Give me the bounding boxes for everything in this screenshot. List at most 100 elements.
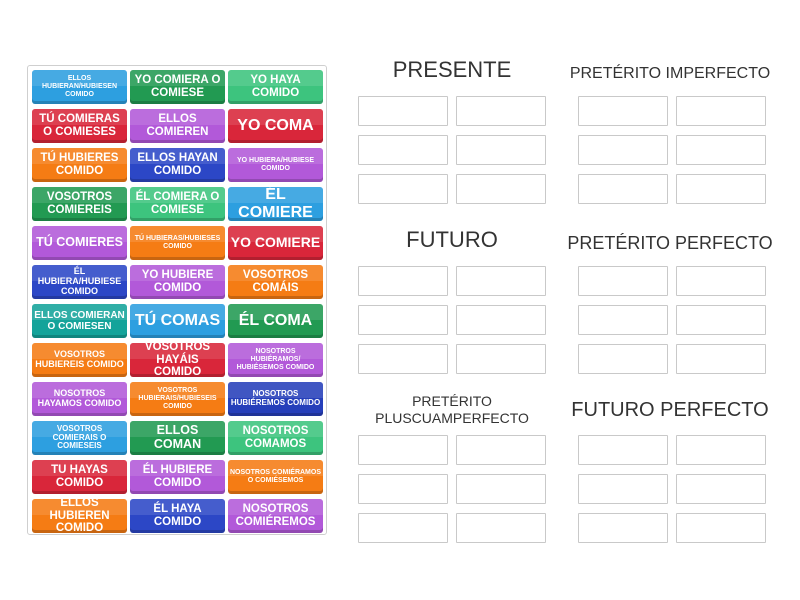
drop-slot[interactable] [676, 344, 766, 374]
answer-tile[interactable]: ÉL COMIERE [228, 187, 323, 221]
tile-label: TÚ HUBIERAS/HUBIESES COMIDO [134, 235, 221, 250]
tile-label: ELLOS COMIERAN O COMIESEN [34, 310, 125, 332]
drop-slot[interactable] [578, 266, 668, 296]
drop-slot[interactable] [456, 266, 546, 296]
answer-tile[interactable]: ELLOS HUBIERAN/HUBIESEN COMIDO [32, 70, 127, 104]
answer-tile[interactable]: TÚ HUBIERAS/HUBIESES COMIDO [130, 226, 225, 260]
tile-label: ELLOS HAYAN COMIDO [137, 152, 218, 177]
tile-label: ÉL HUBIERE COMIDO [142, 464, 213, 489]
answer-tile[interactable]: TÚ COMIERAS O COMIESES [32, 109, 127, 143]
tile-label: VOSOTROS HUBIEREIS COMIDO [35, 349, 124, 369]
drop-slot[interactable] [456, 435, 546, 465]
drop-slot[interactable] [578, 174, 668, 204]
answer-tile[interactable]: ELLOS COMAN [130, 421, 225, 455]
drop-slot[interactable] [358, 435, 448, 465]
drop-slot[interactable] [358, 305, 448, 335]
tile-label: ÉL COMA [238, 312, 313, 330]
answer-tile[interactable]: YO HUBIERE COMIDO [130, 265, 225, 299]
answer-tile[interactable]: NOSOTROS HUBIÉREMOS COMIDO [228, 382, 323, 416]
answer-tile[interactable]: ÉL HUBIERA/HUBIESE COMIDO [32, 265, 127, 299]
drop-slot[interactable] [578, 435, 668, 465]
answer-tile[interactable]: ÉL COMIERA O COMIESE [130, 187, 225, 221]
answer-tile[interactable]: ELLOS COMIERAN O COMIESEN [32, 304, 127, 338]
drop-slot[interactable] [676, 135, 766, 165]
tile-label: TU HAYAS COMIDO [51, 464, 108, 489]
tile-label: NOSOTROS COMIÉRAMOS O COMIÉSEMOS [230, 469, 322, 484]
tile-label: NOSOTROS COMAMOS [242, 425, 309, 450]
drop-slot[interactable] [676, 96, 766, 126]
group-title-preterito-imperfecto: PRETÉRITO IMPERFECTO [569, 65, 771, 82]
answer-tile[interactable]: ELLOS COMIEREN [130, 109, 225, 143]
drop-slot[interactable] [676, 435, 766, 465]
drop-slot[interactable] [676, 305, 766, 335]
drop-slot[interactable] [578, 135, 668, 165]
drop-slot[interactable] [456, 174, 546, 204]
drop-slot[interactable] [578, 96, 668, 126]
answer-tile[interactable]: ELLOS HUBIEREN COMIDO [32, 499, 127, 533]
answer-tile[interactable]: NOSOTROS COMIÉREMOS [228, 499, 323, 533]
answer-tile[interactable]: YO COMIERE [228, 226, 323, 260]
answer-tile[interactable]: NOSOTROS HAYAMOS COMIDO [32, 382, 127, 416]
drop-slot[interactable] [358, 344, 448, 374]
drop-slot[interactable] [578, 513, 668, 543]
answer-tile[interactable]: ÉL HUBIERE COMIDO [130, 460, 225, 494]
tile-label: TÚ COMIERAS O COMIESES [39, 113, 120, 138]
tile-label: YO COMIERE [230, 234, 321, 251]
answer-tile[interactable]: ELLOS HAYAN COMIDO [130, 148, 225, 182]
answer-tile[interactable]: VOSOTROS HUBIERAIS/HUBIESEIS COMIDO [130, 382, 225, 416]
drop-slot[interactable] [456, 305, 546, 335]
tile-label: YO COMIERA O COMIESE [134, 74, 221, 99]
answer-tile[interactable]: VOSOTROS COMIEREIS [32, 187, 127, 221]
drop-slot[interactable] [676, 474, 766, 504]
answer-tile[interactable]: NOSOTROS COMIÉRAMOS O COMIÉSEMOS [228, 460, 323, 494]
tile-label: VOSOTROS COMÁIS [242, 269, 309, 294]
drop-slot[interactable] [358, 513, 448, 543]
tile-label: ELLOS HUBIERAN/HUBIESEN COMIDO [41, 75, 118, 98]
drop-slot[interactable] [456, 513, 546, 543]
drop-slot[interactable] [358, 474, 448, 504]
group-title-futuro-perfecto: FUTURO PERFECTO [571, 399, 769, 421]
tile-label: VOSOTROS COMIERAIS O COMIESEIS [52, 423, 107, 451]
answer-tile[interactable]: NOSOTROS HUBIÉRAMOS/ HUBIÉSEMOS COMIDO [228, 343, 323, 377]
tile-label: ÉL HUBIERA/HUBIESE COMIDO [37, 266, 122, 296]
tile-label: TÚ COMIERES [36, 235, 123, 250]
answer-tile[interactable]: YO COMIERA O COMIESE [130, 70, 225, 104]
drop-slot[interactable] [456, 344, 546, 374]
drop-slot[interactable] [358, 174, 448, 204]
drop-slot[interactable] [676, 266, 766, 296]
tile-label: TÚ COMAS [134, 312, 221, 330]
answer-tile[interactable]: NOSOTROS COMAMOS [228, 421, 323, 455]
drop-slot[interactable] [456, 474, 546, 504]
drop-slot[interactable] [358, 135, 448, 165]
tile-label: ÉL COMIERE [238, 187, 313, 221]
tile-label: NOSOTROS HUBIÉREMOS COMIDO [230, 389, 321, 407]
answer-tile[interactable]: VOSOTROS COMIERAIS O COMIESEIS [32, 421, 127, 455]
drop-slot[interactable] [358, 266, 448, 296]
answer-tile[interactable]: VOSOTROS HUBIEREIS COMIDO [32, 343, 127, 377]
drop-slot[interactable] [578, 474, 668, 504]
drop-slot[interactable] [578, 344, 668, 374]
answer-tile[interactable]: YO COMA [228, 109, 323, 143]
drop-slot[interactable] [578, 305, 668, 335]
group-title-preterito-pluscuamperfecto: PRETÉRITO PLUSCUAMPERFECTO [375, 393, 529, 426]
tile-label: ELLOS HUBIEREN COMIDO [49, 499, 110, 533]
answer-tile[interactable]: TÚ COMIERES [32, 226, 127, 260]
answer-tile[interactable]: VOSOTROS COMÁIS [228, 265, 323, 299]
group-title-futuro: FUTURO [406, 227, 498, 252]
answer-tile[interactable]: TU HAYAS COMIDO [32, 460, 127, 494]
tile-label: TÚ HUBIERES COMIDO [40, 152, 119, 177]
drop-slot[interactable] [676, 513, 766, 543]
tile-label: ÉL HAYA COMIDO [153, 503, 202, 528]
drop-slot[interactable] [676, 174, 766, 204]
answer-tile[interactable]: VOSOTROS HAYÁIS COMIDO [130, 343, 225, 377]
tile-label: ÉL COMIERA O COMIESE [135, 191, 220, 216]
answer-tile[interactable]: YO HUBIERA/HUBIESE COMIDO [228, 148, 323, 182]
answer-tile[interactable]: ÉL HAYA COMIDO [130, 499, 225, 533]
answer-tile[interactable]: TÚ COMAS [130, 304, 225, 338]
drop-slot[interactable] [456, 96, 546, 126]
drop-slot[interactable] [456, 135, 546, 165]
drop-slot[interactable] [358, 96, 448, 126]
answer-tile[interactable]: YO HAYA COMIDO [228, 70, 323, 104]
answer-tile[interactable]: ÉL COMA [228, 304, 323, 338]
answer-tile[interactable]: TÚ HUBIERES COMIDO [32, 148, 127, 182]
